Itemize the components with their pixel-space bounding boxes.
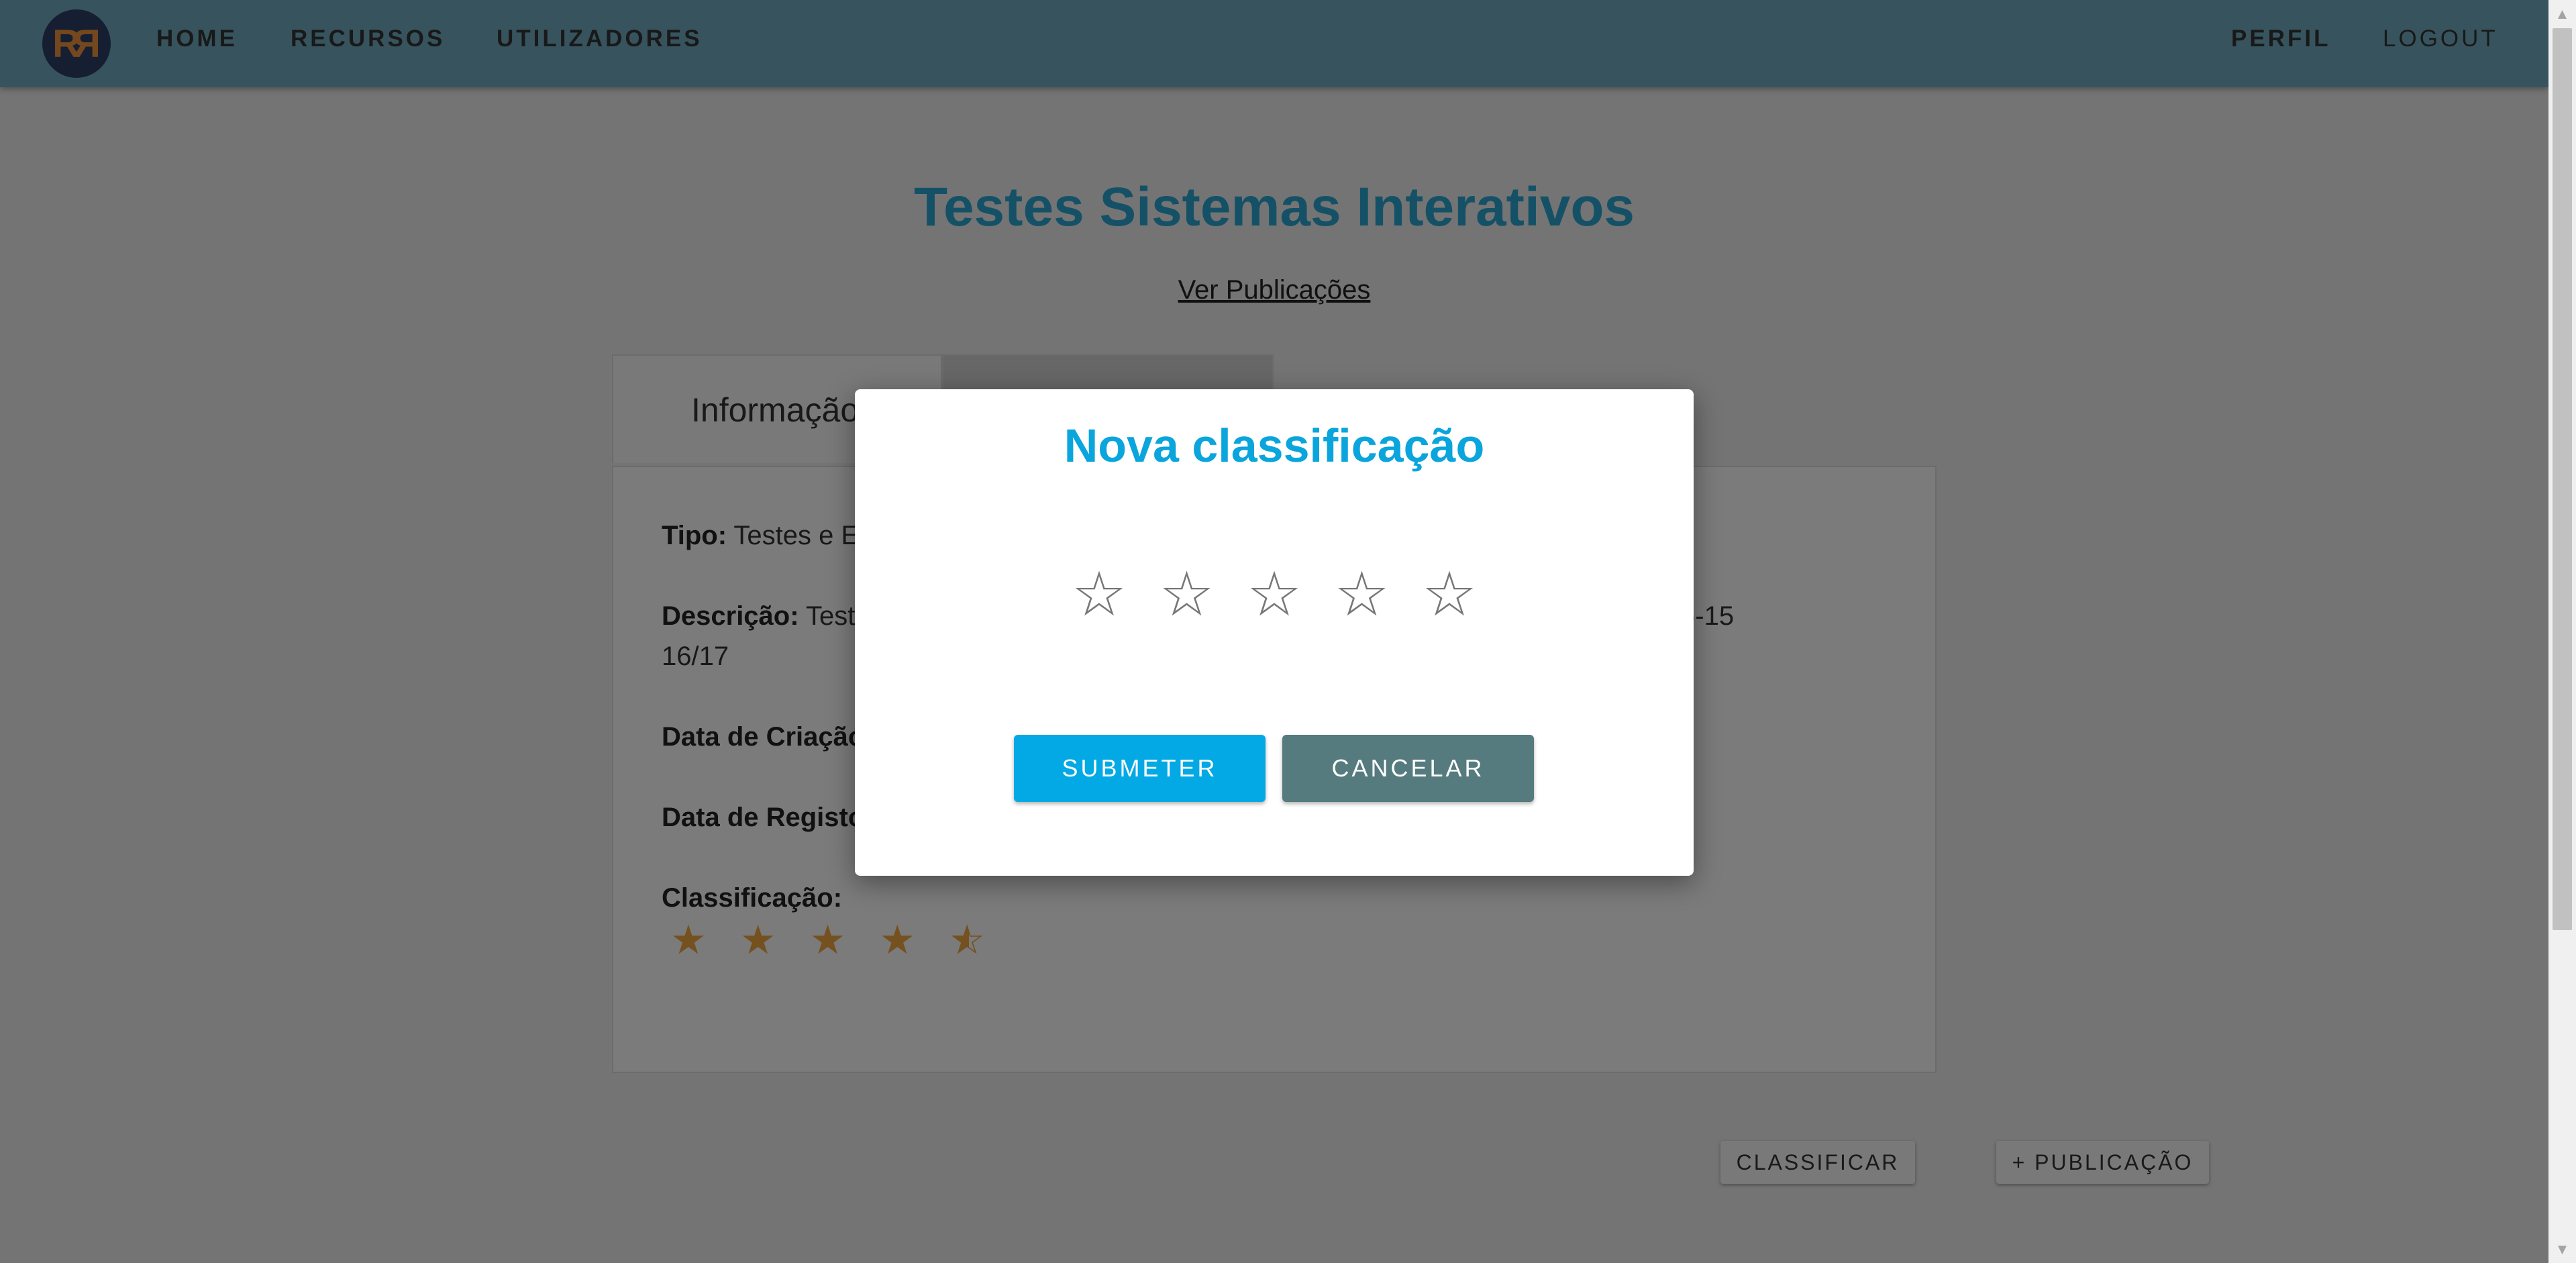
submit-button[interactable]: SUBMETER [1014,735,1266,802]
modal-title: Nova classificação [1064,419,1485,472]
vertical-scrollbar[interactable]: ▲ ▼ [2548,0,2576,1263]
scroll-down-arrow-icon[interactable]: ▼ [2548,1235,2576,1263]
rating-modal: Nova classificação ☆ ☆ ☆ ☆ ☆ SUBMETER CA… [855,389,1694,876]
scroll-thumb[interactable] [2553,28,2572,930]
star-outline-icon[interactable]: ☆ [1422,564,1477,625]
star-outline-icon[interactable]: ☆ [1334,564,1389,625]
scroll-up-arrow-icon[interactable]: ▲ [2548,0,2576,28]
cancel-button[interactable]: CANCELAR [1282,735,1534,802]
rating-star-picker: ☆ ☆ ☆ ☆ ☆ [855,564,1694,625]
star-outline-icon[interactable]: ☆ [1072,564,1127,625]
star-outline-icon[interactable]: ☆ [1159,564,1214,625]
star-outline-icon[interactable]: ☆ [1247,564,1302,625]
